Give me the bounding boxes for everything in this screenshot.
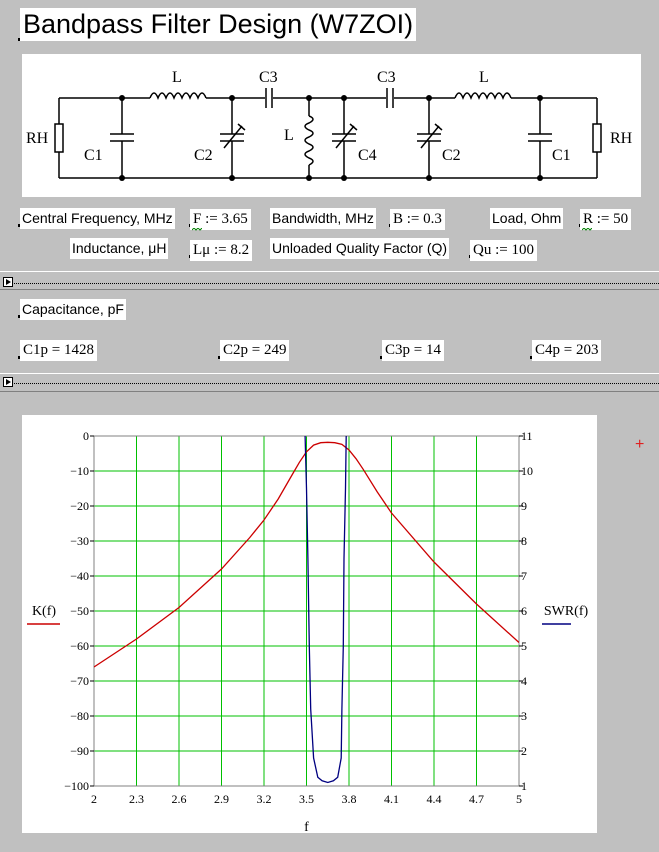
right-tick-label: 8 — [521, 534, 527, 548]
c2p-result[interactable]: C2p = 249 — [220, 340, 290, 361]
x-tick-label: 3.2 — [257, 792, 272, 806]
warning-squiggle-icon — [192, 228, 202, 231]
left-tick-label: −100 — [64, 779, 89, 793]
x-tick-label: 4.4 — [427, 792, 442, 806]
right-tick-label: 2 — [521, 744, 527, 758]
page-title: Bandpass Filter Design (W7ZOI) — [20, 8, 417, 41]
filter-response-plot[interactable]: 2 2.3 2.6 2.9 3.2 3.5 3.8 4.1 4.4 4.7 5 0 −10 −20 −30 −… — [22, 415, 597, 835]
bandwidth-input[interactable]: B := 0.3 — [390, 209, 445, 230]
l-mid-label: L — [284, 127, 294, 144]
left-tick-label: −70 — [70, 674, 89, 688]
left-tick-label: −30 — [70, 534, 89, 548]
x-tick-label: 2.6 — [172, 792, 187, 806]
c2-right-label: C2 — [442, 147, 461, 164]
collapse-region-toggle[interactable] — [3, 377, 13, 387]
c1-right-label: C1 — [552, 147, 571, 164]
left-tick-label: 0 — [83, 429, 89, 443]
x-tick-label: 3.8 — [342, 792, 357, 806]
inductance-label: Inductance, μH — [70, 238, 169, 259]
right-tick-label: 6 — [521, 604, 527, 618]
x-axis-label: f — [304, 820, 309, 833]
plot-crosshair-marker: + — [635, 436, 645, 453]
region-separator — [0, 373, 659, 374]
x-tick-label: 2.9 — [214, 792, 229, 806]
warning-squiggle-icon — [582, 228, 592, 231]
frequency-input[interactable]: F := 3.65 — [190, 209, 251, 231]
left-axis-label: K(f) — [32, 604, 56, 619]
load-input[interactable]: R := 50 — [580, 209, 632, 231]
right-tick-label: 10 — [521, 464, 533, 478]
left-tick-label: −60 — [70, 639, 89, 653]
right-tick-label: 9 — [521, 499, 527, 513]
c3-right-label: C3 — [377, 69, 396, 86]
load-label: Load, Ohm — [490, 208, 564, 229]
right-tick-label: 1 — [521, 779, 527, 793]
right-axis-label: SWR(f) — [544, 604, 589, 619]
right-tick-label: 3 — [521, 709, 527, 723]
region-separator — [0, 289, 659, 290]
chart-svg: 2 2.3 2.6 2.9 3.2 3.5 3.8 4.1 4.4 4.7 5 0 −10 −20 −30 −… — [27, 429, 589, 835]
l-left-label: L — [172, 69, 182, 86]
right-tick-label: 5 — [521, 639, 527, 653]
left-tick-label: −20 — [70, 499, 89, 513]
collapse-region-toggle[interactable] — [3, 277, 13, 287]
capacitance-heading: Capacitance, pF — [20, 299, 126, 320]
inductance-input[interactable]: Lμ := 8.2 — [190, 240, 253, 261]
bandwidth-label: Bandwidth, MHz — [270, 208, 376, 229]
left-tick-label: −40 — [70, 569, 89, 583]
load-expression: R := 50 — [583, 211, 629, 227]
schematic-panel: RH RH C1 C1 C2 C2 C4 C3 C3 L L L — [22, 54, 641, 197]
l-right-label: L — [479, 69, 489, 86]
region-separator — [0, 271, 659, 272]
quality-factor-input[interactable]: Qu := 100 — [470, 240, 537, 261]
right-tick-label: 11 — [521, 429, 533, 443]
region-boundary-line — [14, 283, 659, 284]
left-tick-label: −90 — [70, 744, 89, 758]
c2-left-label: C2 — [194, 147, 213, 164]
x-tick-label: 3.5 — [299, 792, 314, 806]
frequency-expression: F := 3.65 — [193, 211, 248, 227]
central-frequency-label: Central Frequency, MHz — [20, 208, 175, 229]
left-tick-label: −50 — [70, 604, 89, 618]
right-tick-label: 4 — [521, 674, 527, 688]
x-tick-label: 2.3 — [129, 792, 144, 806]
x-tick-label: 4.1 — [384, 792, 399, 806]
c3-left-label: C3 — [259, 69, 278, 86]
x-tick-label: 2 — [91, 792, 97, 806]
c1-left-label: C1 — [84, 147, 103, 164]
c4p-result[interactable]: C4p = 203 — [532, 340, 602, 361]
region-boundary-line — [14, 383, 659, 384]
c3p-result[interactable]: C3p = 14 — [382, 340, 444, 361]
rh-right-label: RH — [610, 130, 633, 147]
right-tick-label: 7 — [521, 569, 527, 583]
x-tick-label: 5 — [516, 792, 522, 806]
swr-series-line — [304, 436, 347, 784]
rh-left-label: RH — [26, 130, 49, 147]
quality-factor-label: Unloaded Quality Factor (Q) — [270, 238, 450, 259]
c1p-result[interactable]: C1p = 1428 — [20, 340, 97, 361]
c4-label: C4 — [358, 147, 377, 164]
schematic-diagram: RH RH C1 C1 C2 C2 C4 C3 C3 L L L — [26, 69, 633, 181]
region-separator — [0, 391, 659, 392]
x-tick-label: 4.7 — [469, 792, 484, 806]
left-tick-label: −80 — [70, 709, 89, 723]
left-tick-label: −10 — [70, 464, 89, 478]
